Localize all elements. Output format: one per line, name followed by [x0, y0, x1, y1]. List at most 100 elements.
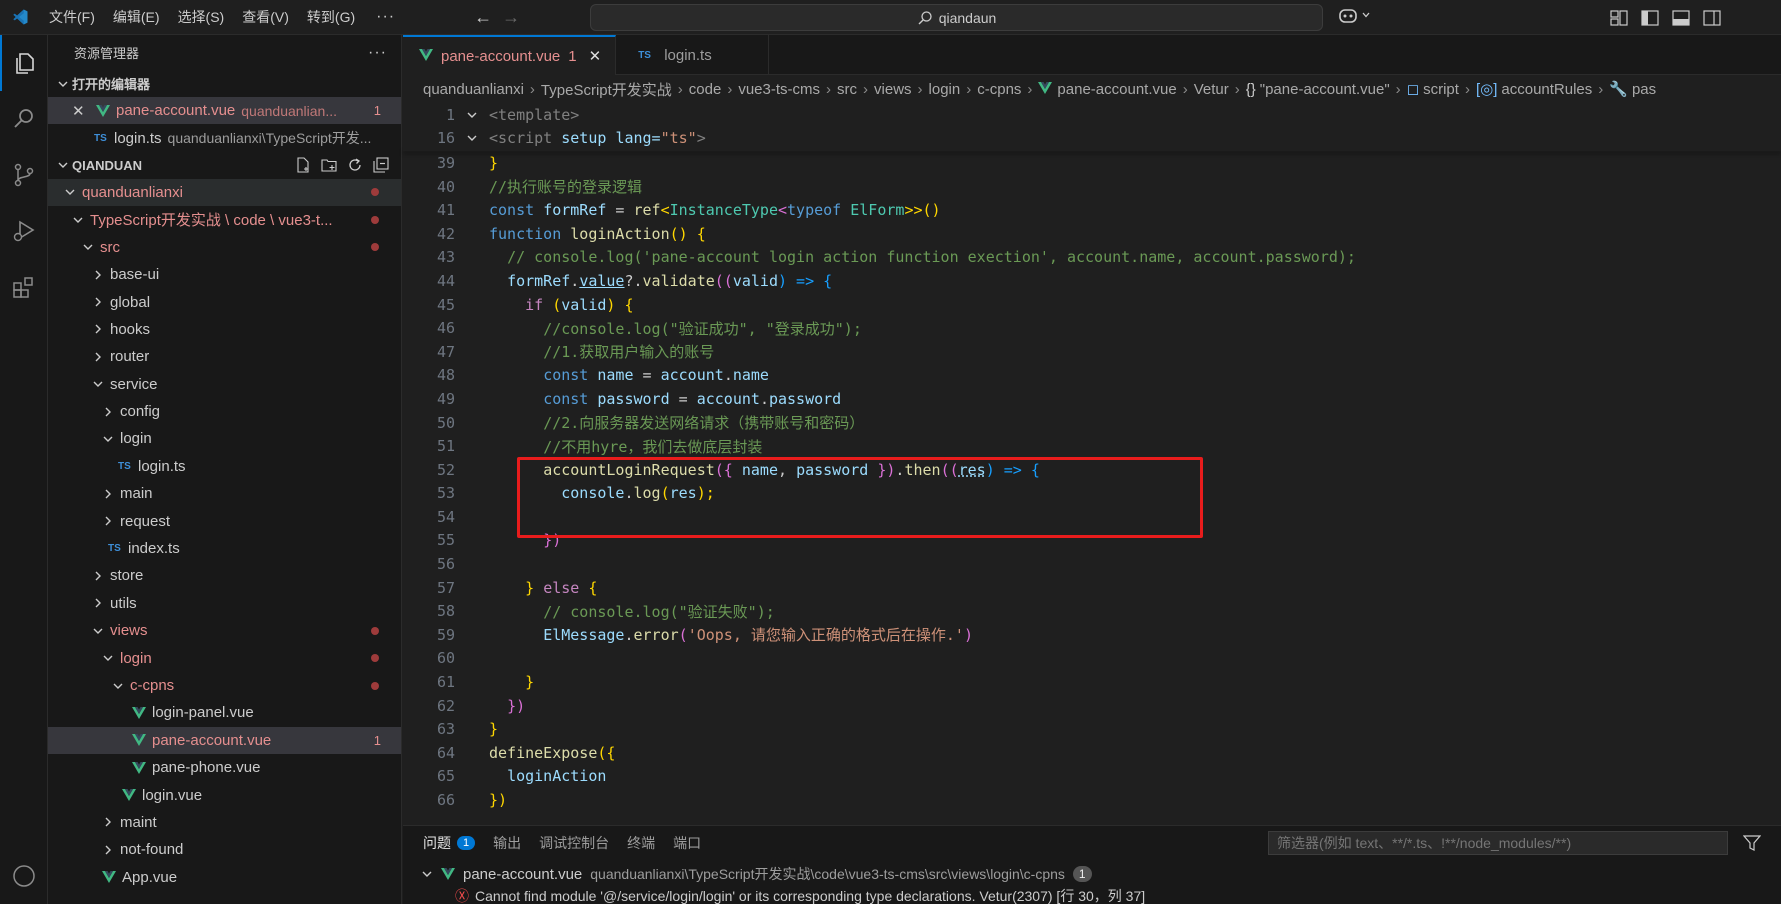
forward-arrow-icon[interactable]: →: [497, 0, 525, 35]
menu-go[interactable]: 转到(G): [298, 0, 364, 35]
copilot-menu[interactable]: [1338, 6, 1371, 24]
breadcrumb-item[interactable]: TypeScript开发实战: [541, 79, 672, 100]
tab-terminal[interactable]: 终端: [627, 826, 673, 860]
tree-folder[interactable]: global: [48, 288, 401, 315]
tree-folder[interactable]: TypeScript开发实战 \ code \ vue3-t...: [48, 206, 401, 233]
tree-folder[interactable]: login: [48, 425, 401, 452]
filter-icon[interactable]: [1743, 835, 1761, 851]
annotation-highlight-box: [517, 457, 1203, 538]
code-token: (): [922, 201, 941, 220]
more-actions-icon[interactable]: ···: [368, 44, 387, 62]
folder-header[interactable]: QIANDUAN: [48, 152, 401, 179]
line-number: 1: [445, 105, 455, 124]
open-editor-item[interactable]: TS login.ts quanduanlianxi\TypeScript开发.…: [48, 124, 401, 151]
code-token: //console.log("验证成功", "登录成功");: [543, 319, 862, 338]
breadcrumb-item[interactable]: pas: [1632, 81, 1656, 98]
collapse-all-icon[interactable]: [373, 157, 389, 173]
tree-folder[interactable]: config: [48, 398, 401, 425]
more-menu-icon[interactable]: ···: [364, 8, 407, 26]
tree-folder[interactable]: base-ui: [48, 261, 401, 288]
code-token: >: [696, 129, 706, 148]
line-number: 52: [436, 460, 455, 479]
tree-folder[interactable]: maint: [48, 809, 401, 836]
source-control-icon[interactable]: [0, 147, 48, 203]
new-folder-icon[interactable]: [321, 157, 337, 173]
menu-edit[interactable]: 编辑(E): [104, 0, 169, 35]
tree-folder[interactable]: login: [48, 644, 401, 671]
breadcrumb-item[interactable]: c-cpns: [977, 81, 1021, 98]
open-editor-path: quanduanlian...: [241, 102, 338, 119]
breadcrumb-item[interactable]: accountRules: [1501, 81, 1592, 98]
problems-filter-input[interactable]: [1268, 831, 1728, 855]
problem-error-row[interactable]: Ⓧ Cannot find module '@/service/login/lo…: [403, 888, 1781, 904]
tree-label: index.ts: [128, 540, 180, 558]
problem-file-count: 1: [1072, 866, 1092, 882]
chevron-down-icon: [90, 625, 106, 637]
tab-pane-account[interactable]: pane-account.vue 1 ✕: [403, 35, 617, 75]
back-arrow-icon[interactable]: ←: [469, 0, 497, 35]
tab-debug-console[interactable]: 调试控制台: [539, 826, 627, 860]
tree-file-active[interactable]: pane-account.vue 1: [48, 726, 401, 754]
customize-layout-icon[interactable]: [1610, 9, 1628, 26]
tree-folder[interactable]: c-cpns: [48, 672, 401, 699]
breadcrumb-item[interactable]: Vetur: [1194, 81, 1229, 98]
tree-file[interactable]: pane-phone.vue: [48, 754, 401, 781]
close-icon[interactable]: ✕: [72, 102, 94, 120]
menu-view[interactable]: 查看(V): [233, 0, 298, 35]
tree-folder[interactable]: utils: [48, 590, 401, 617]
breadcrumb-item[interactable]: pane-account.vue: [1057, 81, 1176, 98]
breadcrumb-item[interactable]: views: [874, 81, 912, 98]
breadcrumb-item[interactable]: script: [1423, 81, 1459, 98]
tree-file[interactable]: App.vue: [48, 864, 401, 891]
tab-label: 问题: [423, 835, 451, 851]
open-editor-item[interactable]: ✕ pane-account.vue quanduanlian... 1: [48, 97, 401, 125]
code-token: .: [624, 625, 634, 644]
breadcrumb-item[interactable]: src: [837, 81, 857, 98]
breadcrumb-item[interactable]: login: [929, 81, 961, 98]
search-view-icon[interactable]: [0, 91, 48, 147]
accounts-icon[interactable]: [0, 848, 48, 904]
tab-login-ts[interactable]: TS login.ts: [616, 35, 769, 75]
extensions-icon[interactable]: [0, 259, 48, 315]
modified-dot: [371, 654, 379, 663]
code-token: //2.向服务器发送网络请求（携带账号和密码）: [543, 414, 865, 433]
tree-folder[interactable]: router: [48, 343, 401, 370]
tree-folder[interactable]: quanduanlianxi: [48, 178, 401, 207]
tree-file[interactable]: TS login.ts: [48, 453, 401, 480]
tree-file[interactable]: TS index.ts: [48, 535, 401, 562]
tree-file[interactable]: login-panel.vue: [48, 699, 401, 726]
tree-folder[interactable]: views: [48, 617, 401, 644]
problem-file-row[interactable]: pane-account.vue quanduanlianxi\TypeScri…: [403, 860, 1781, 888]
tree-file[interactable]: login.vue: [48, 781, 401, 808]
command-center-search[interactable]: qiandaun: [590, 4, 1323, 31]
close-icon[interactable]: ✕: [589, 47, 602, 65]
menu-file[interactable]: 文件(F): [40, 0, 104, 35]
tree-folder[interactable]: store: [48, 562, 401, 589]
vertical-scrollbar[interactable]: [1767, 143, 1781, 823]
tree-folder[interactable]: not-found: [48, 836, 401, 863]
tree-folder[interactable]: hooks: [48, 316, 401, 343]
breadcrumb-item[interactable]: code: [689, 81, 722, 98]
new-file-icon[interactable]: [295, 157, 311, 173]
refresh-icon[interactable]: [347, 157, 363, 173]
breadcrumb-item[interactable]: quanduanlianxi: [423, 81, 524, 98]
toggle-secondary-sidebar-icon[interactable]: [1703, 9, 1721, 26]
breadcrumb-item[interactable]: "pane-account.vue": [1260, 81, 1390, 98]
tree-folder[interactable]: src: [48, 234, 401, 261]
line-number: 63: [436, 720, 455, 739]
tab-ports[interactable]: 端口: [673, 826, 719, 860]
explorer-icon[interactable]: [0, 35, 48, 91]
tab-problems[interactable]: 问题 1: [423, 826, 493, 860]
fold-chevron-icon[interactable]: [455, 109, 489, 121]
tree-folder[interactable]: main: [48, 480, 401, 507]
toggle-panel-icon[interactable]: [1672, 9, 1690, 26]
tree-folder[interactable]: request: [48, 507, 401, 534]
breadcrumb-item[interactable]: vue3-ts-cms: [738, 81, 820, 98]
fold-chevron-icon[interactable]: [455, 132, 489, 144]
toggle-primary-sidebar-icon[interactable]: [1641, 9, 1659, 26]
tab-output[interactable]: 输出: [493, 826, 539, 860]
menu-selection[interactable]: 选择(S): [169, 0, 234, 35]
open-editors-header[interactable]: 打开的编辑器: [48, 70, 401, 97]
tree-folder[interactable]: service: [48, 371, 401, 398]
run-debug-icon[interactable]: [0, 203, 48, 259]
